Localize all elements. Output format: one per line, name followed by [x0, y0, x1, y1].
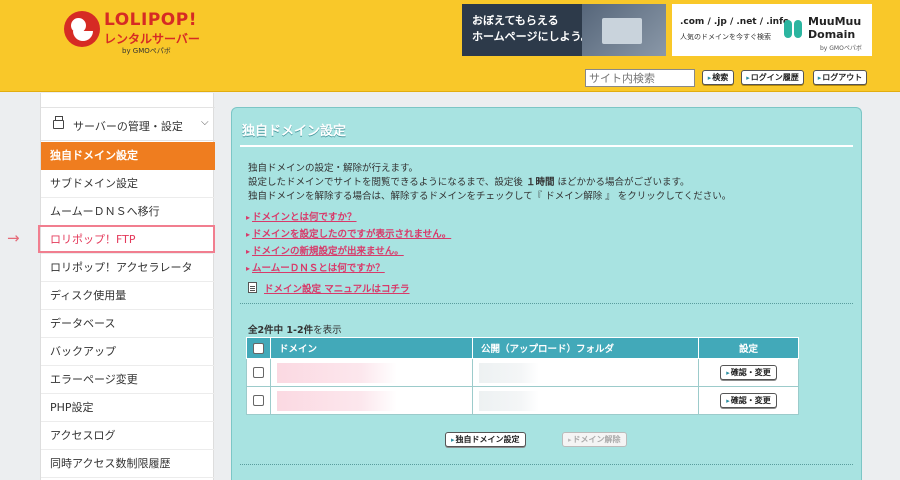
banner2-by: by GMOペパボ — [820, 45, 862, 52]
redacted-folder — [479, 390, 539, 411]
domain-cell — [270, 358, 473, 387]
sidebar-item-error-page[interactable]: エラーページ変更 — [41, 366, 215, 394]
server-icon — [53, 116, 64, 129]
redacted-folder — [479, 362, 539, 383]
sidebar-item-custom-domain[interactable]: 独自ドメイン設定 — [41, 142, 215, 170]
sidebar-item-accelerator[interactable]: ロリポップ！アクセラレータ — [41, 254, 215, 282]
sidebar-item-backup[interactable]: バックアップ — [41, 338, 215, 366]
faq-link-muumuu-dns[interactable]: ムームーＤＮＳとは何ですか？ — [246, 260, 385, 274]
banner2-brand1: MuuMuu — [808, 15, 862, 28]
sidebar-item-subdomain[interactable]: サブドメイン設定 — [41, 170, 215, 198]
logo-sub: レンタルサーバー — [104, 32, 200, 46]
table-header-row: ドメイン 公開（アップロード）フォルダ 設定 — [246, 337, 799, 359]
intro-text-2: 設定したドメインでサイトを閲覧できるようになるまで、設定後 １時間 ほどかかる場… — [248, 174, 690, 188]
muumuu-logo-icon — [784, 18, 804, 40]
header: LOLIPOP! レンタルサーバー by GMOペパボ おぼえてもらえる ホーム… — [0, 0, 900, 62]
ftp-highlight-frame — [38, 225, 215, 253]
lolipop-logo[interactable]: LOLIPOP! レンタルサーバー by GMOペパボ — [64, 8, 204, 56]
login-history-button[interactable]: ログイン履歴 — [741, 70, 804, 85]
banner-photo — [582, 4, 666, 56]
select-all-checkbox[interactable] — [253, 342, 264, 354]
logo-text: LOLIPOP! — [104, 10, 197, 30]
remove-domain-button[interactable]: ドメイン解除 — [562, 432, 627, 447]
intro2-post: ほどかかる場合がございます。 — [554, 177, 690, 188]
lolipop-logo-icon — [64, 11, 100, 47]
chevron-down-icon: ⌵ — [201, 117, 209, 128]
arrow-right-icon: → — [7, 229, 20, 247]
sidebar-item-muumuu-dns[interactable]: ムームーＤＮＳへ移行 — [41, 198, 215, 226]
count-bold: 全2件中 1-2件 — [248, 325, 314, 336]
intro-text-1: 独自ドメインの設定・解除が行えます。 — [248, 163, 419, 174]
document-icon — [248, 282, 257, 293]
faq-link-cannot-set[interactable]: ドメインの新規設定が出来ません。 — [246, 243, 404, 257]
col-settings: 設定 — [698, 337, 799, 359]
banner1-line2: ホームページにしよう。 — [472, 30, 592, 43]
section-title: サーバーの管理・設定 — [73, 120, 183, 133]
sidebar: サーバーの管理・設定 ⌵ 独自ドメイン設定 サブドメイン設定 ムームーＤＮＳへ移… — [40, 93, 215, 480]
divider-2 — [240, 464, 853, 465]
domain-table: ドメイン 公開（アップロード）フォルダ 設定 確認・変更 確認・変更 — [246, 337, 799, 415]
banner2-tagline: 人気のドメインを今すぐ検索 — [680, 33, 771, 41]
confirm-change-button[interactable]: 確認・変更 — [720, 365, 777, 380]
table-row: 確認・変更 — [246, 386, 799, 415]
redacted-domain — [277, 390, 397, 411]
muumuu-domain-banner[interactable]: .com / .jp / .net / .info 人気のドメインを今すぐ検索 … — [672, 4, 872, 56]
confirm-change-button[interactable]: 確認・変更 — [720, 393, 777, 408]
logo-by: by GMOペパボ — [122, 47, 171, 55]
intro2-bold: １時間 — [525, 177, 555, 188]
logout-button[interactable]: ログアウト — [813, 70, 867, 85]
domain-cell — [270, 386, 473, 415]
row-checkbox[interactable] — [253, 367, 264, 378]
select-all-cell — [246, 337, 271, 359]
banner2-brand2: Domain — [808, 28, 856, 41]
add-custom-domain-button[interactable]: 独自ドメイン設定 — [445, 432, 526, 447]
faq-link-what-is-domain[interactable]: ドメインとは何ですか？ — [246, 209, 357, 223]
banner1-line1: おぼえてもらえる — [472, 14, 559, 27]
manual-link[interactable]: ドメイン設定 マニュアルはコチラ — [264, 281, 410, 295]
homepage-banner[interactable]: おぼえてもらえる ホームページにしよう。 — [462, 4, 666, 56]
redacted-domain — [277, 362, 397, 383]
count-post: を表示 — [313, 325, 342, 336]
sidebar-item-database[interactable]: データベース — [41, 310, 215, 338]
site-search-input[interactable] — [585, 69, 695, 87]
banner2-tld: .com / .jp / .net / .info — [680, 17, 790, 27]
server-settings-section[interactable]: サーバーの管理・設定 ⌵ — [41, 107, 215, 141]
sidebar-item-php-settings[interactable]: PHP設定 — [41, 394, 215, 422]
col-folder: 公開（アップロード）フォルダ — [472, 337, 699, 359]
intro-text-3: 独自ドメインを解除する場合は、解除するドメインをチェックして『 ドメイン解除 』… — [248, 191, 732, 202]
folder-cell — [472, 386, 699, 415]
title-divider — [240, 145, 853, 147]
sidebar-item-access-log[interactable]: アクセスログ — [41, 422, 215, 450]
search-button[interactable]: 検索 — [702, 70, 734, 85]
divider-1 — [240, 303, 853, 304]
intro2-pre: 設定したドメインでサイトを閲覧できるようになるまで、設定後 — [248, 177, 526, 188]
result-count: 全2件中 1-2件を表示 — [248, 322, 342, 336]
folder-cell — [472, 358, 699, 387]
table-row: 確認・変更 — [246, 358, 799, 387]
sidebar-item-concurrent-access[interactable]: 同時アクセス数制限履歴 — [41, 450, 215, 478]
faq-link-not-displayed[interactable]: ドメインを設定したのですが表示されません。 — [246, 226, 451, 240]
page-title: 独自ドメイン設定 — [242, 124, 347, 139]
col-domain: ドメイン — [270, 337, 473, 359]
sidebar-item-disk-usage[interactable]: ディスク使用量 — [41, 282, 215, 310]
row-checkbox[interactable] — [253, 395, 264, 406]
domain-settings-panel: 独自ドメイン設定 独自ドメインの設定・解除が行えます。 設定したドメインでサイト… — [231, 107, 862, 480]
